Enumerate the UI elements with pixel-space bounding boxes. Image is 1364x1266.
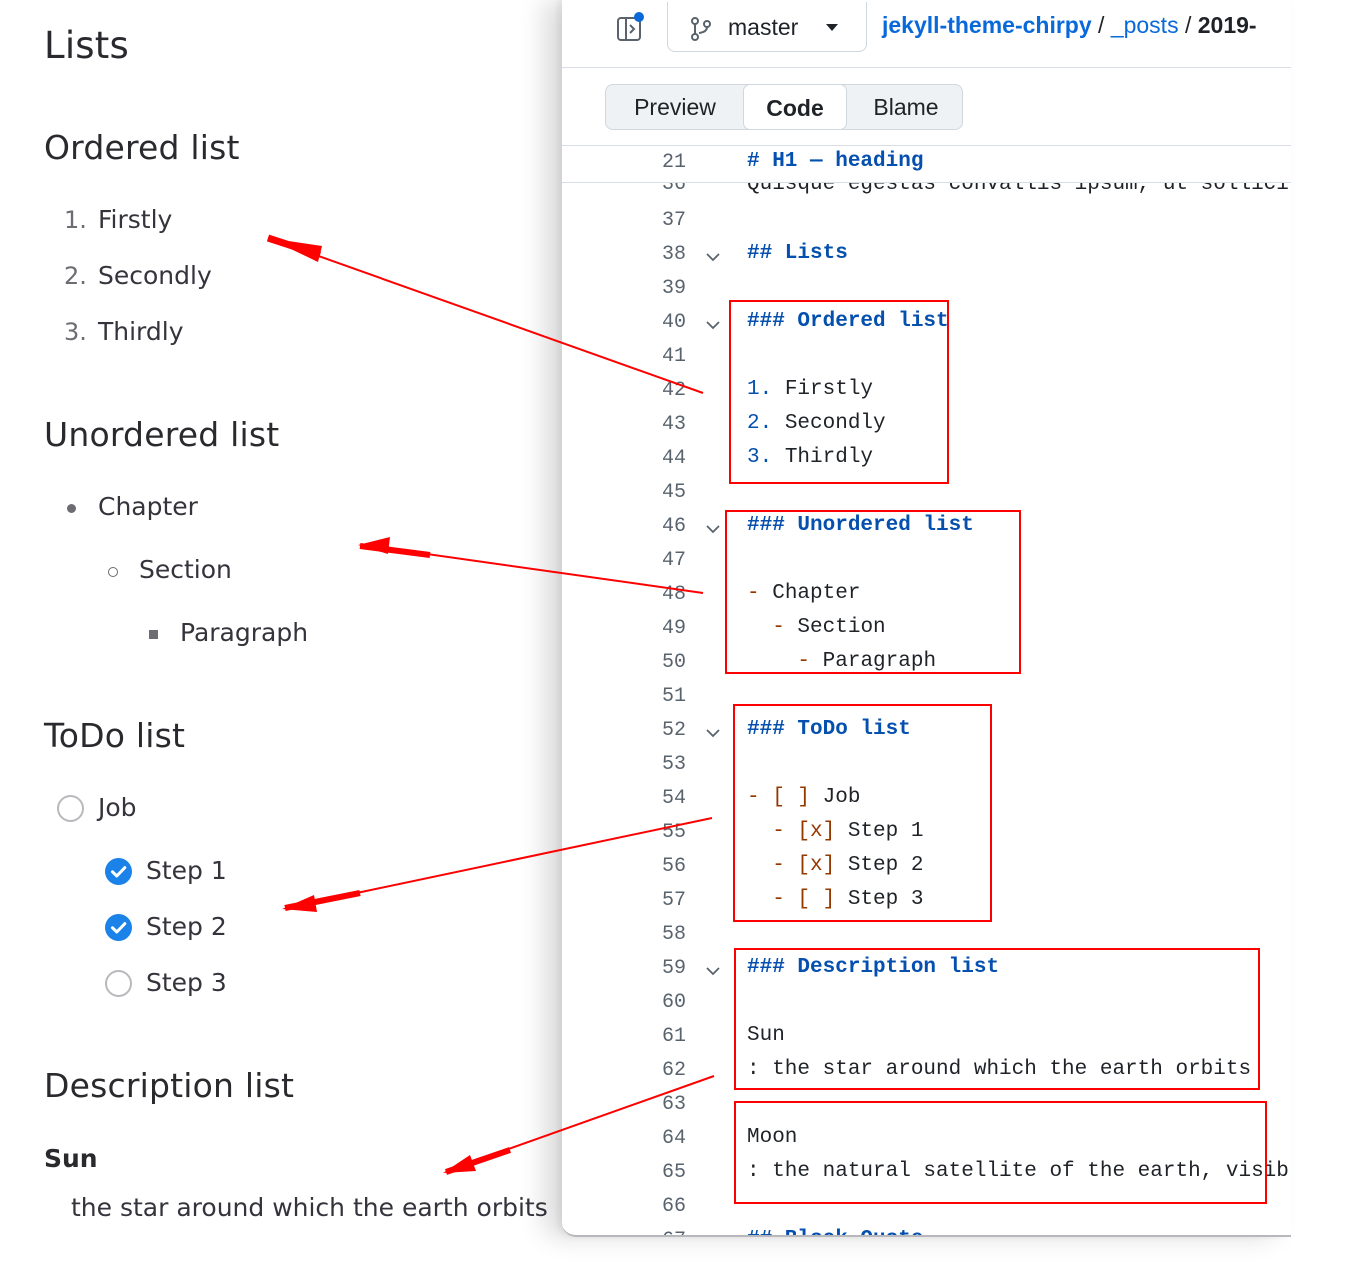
description-term: Sun [44,1144,98,1173]
line-number[interactable]: 38 [622,243,686,266]
line-number[interactable]: 62 [622,1059,686,1082]
line-number[interactable]: 41 [622,345,686,368]
line-number[interactable]: 67 [622,1229,686,1235]
fold-chevron-icon[interactable] [705,521,721,537]
line-number[interactable]: 54 [622,787,686,810]
todo-list-heading: ToDo list [44,716,186,755]
list-item-text: Firstly [98,205,173,234]
git-branch-icon [690,16,712,46]
chevron-down-icon [826,24,838,31]
github-file-panel: master jekyll-theme-chirpy / _posts / 20… [562,0,1291,1237]
tab-code[interactable]: Code [743,84,847,130]
file-header: master jekyll-theme-chirpy / _posts / 20… [562,0,1291,68]
annotation-box-todo [733,704,992,922]
branch-name: master [728,14,799,40]
bullet-disc-icon [67,504,76,513]
list-number: 1. [64,206,87,234]
line-number[interactable]: 61 [622,1025,686,1048]
list-item-text: Paragraph [180,618,309,647]
breadcrumb-repo-link[interactable]: jekyll-theme-chirpy [882,12,1092,38]
file-tree-toggle-icon[interactable] [612,10,648,46]
code-view[interactable]: 21 # H1 — heading 36 Quisque egestas con… [562,145,1291,1235]
line-number[interactable]: 59 [622,957,686,980]
code-line: ## Lists [747,242,848,265]
fold-chevron-icon[interactable] [705,317,721,333]
tab-preview[interactable]: Preview [606,85,744,129]
list-item-text: Chapter [98,492,198,521]
sticky-heading-line: 21 # H1 — heading [562,146,1291,183]
view-mode-tabs: Preview Code Blame [605,84,963,130]
line-number[interactable]: 45 [622,481,686,504]
todo-item-text: Step 3 [146,968,227,997]
line-number[interactable]: 37 [622,209,686,232]
unchecked-circle-icon [57,795,84,822]
list-number: 3. [64,318,87,346]
breadcrumb-file: 2019- [1197,12,1257,38]
line-number[interactable]: 44 [622,447,686,470]
code-line: ## Block Quote [747,1228,923,1235]
code-line: # H1 — heading [747,150,924,173]
todo-item-text: Step 2 [146,912,227,941]
breadcrumb-separator: / [1178,12,1198,38]
line-number[interactable]: 64 [622,1127,686,1150]
line-number[interactable]: 51 [622,685,686,708]
line-number[interactable]: 40 [622,311,686,334]
list-number: 2. [64,262,87,290]
line-number[interactable]: 47 [622,549,686,572]
ordered-list-heading: Ordered list [44,128,240,167]
line-number[interactable]: 36 [622,183,686,196]
unordered-list-heading: Unordered list [44,415,280,454]
annotation-box-description-sun [734,948,1260,1090]
breadcrumb-folder-link[interactable]: _posts [1111,12,1179,38]
code-token: ## Block Quote [747,1228,923,1235]
tab-blame[interactable]: Blame [848,85,964,129]
list-item-text: Section [139,555,232,584]
bullet-square-icon [149,630,158,639]
line-number[interactable]: 58 [622,923,686,946]
description-list-heading: Description list [44,1066,295,1105]
line-number[interactable]: 39 [622,277,686,300]
line-number[interactable]: 52 [622,719,686,742]
line-number[interactable]: 57 [622,889,686,912]
code-row-partial: 36 Quisque egestas convallis ipsum, ut s… [562,183,1291,196]
fold-chevron-icon[interactable] [705,725,721,741]
annotation-box-ordered [729,300,949,484]
list-item-text: Secondly [98,261,212,290]
breadcrumb: jekyll-theme-chirpy / _posts / 2019- [882,12,1257,39]
description-definition: the star around which the earth orbits [71,1193,548,1222]
todo-item-text: Step 1 [146,856,227,885]
fold-chevron-icon[interactable] [705,963,721,979]
line-number[interactable]: 56 [622,855,686,878]
line-number[interactable]: 49 [622,617,686,640]
code-line: Quisque egestas convallis ipsum, ut soll… [747,183,1291,196]
line-number[interactable]: 50 [622,651,686,674]
checked-circle-icon [105,914,132,941]
line-number[interactable]: 21 [622,151,686,174]
todo-item-text: Job [98,793,137,822]
code-token: ## Lists [747,242,848,265]
rendered-preview: Lists Ordered list 1. Firstly 2. Secondl… [0,0,562,1266]
line-number[interactable]: 42 [622,379,686,402]
line-number[interactable]: 55 [622,821,686,844]
branch-selector-button[interactable]: master [667,2,867,52]
line-number[interactable]: 63 [622,1093,686,1116]
annotation-box-description-moon [734,1101,1267,1204]
line-number[interactable]: 60 [622,991,686,1014]
bullet-circle-icon [108,567,118,577]
line-number[interactable]: 53 [622,753,686,776]
line-number[interactable]: 46 [622,515,686,538]
annotation-box-unordered [725,510,1021,674]
unchecked-circle-icon [105,970,132,997]
line-number[interactable]: 43 [622,413,686,436]
line-number[interactable]: 65 [622,1161,686,1184]
list-item-text: Thirdly [98,317,184,346]
line-number[interactable]: 66 [622,1195,686,1218]
breadcrumb-separator: / [1091,12,1111,38]
line-number[interactable]: 48 [622,583,686,606]
lists-heading: Lists [44,24,129,67]
fold-chevron-icon[interactable] [705,249,721,265]
checked-circle-icon [105,858,132,885]
